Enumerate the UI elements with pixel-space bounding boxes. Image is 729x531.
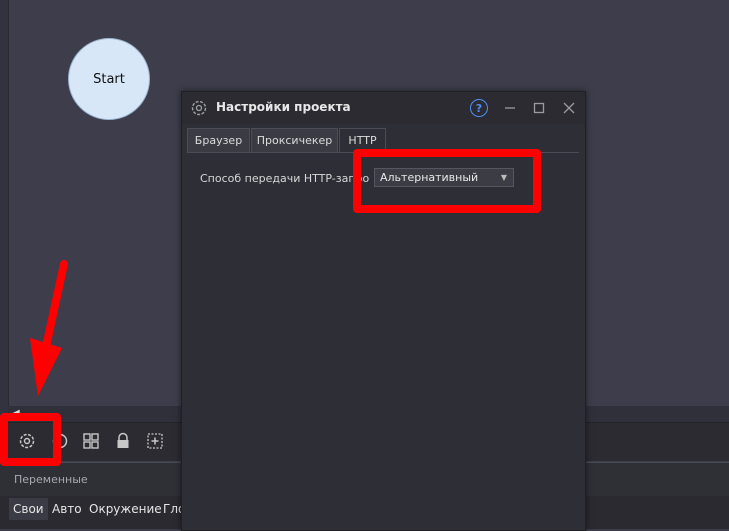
var-tab-own[interactable]: Свои — [9, 498, 48, 520]
add-block-icon[interactable] — [144, 430, 166, 452]
start-node[interactable]: Start — [68, 38, 150, 120]
gear-icon — [190, 99, 208, 117]
tab-proxychecker[interactable]: Проксичекер — [251, 128, 338, 152]
variables-panel-title: Переменные — [14, 473, 88, 486]
start-node-label: Start — [93, 71, 125, 87]
canvas-left-border — [0, 0, 9, 420]
minimize-icon[interactable] — [500, 98, 520, 118]
http-method-label: Способ передачи HTTP-запросов — [200, 172, 370, 185]
dialog-title-bar[interactable]: Настройки проекта ? — [182, 92, 585, 124]
lock-icon[interactable] — [112, 430, 134, 452]
maximize-icon[interactable] — [529, 98, 549, 118]
highlight-select-box — [353, 149, 541, 213]
dialog-title: Настройки проекта — [216, 100, 351, 114]
tab-browser[interactable]: Браузер — [187, 128, 250, 152]
help-icon[interactable]: ? — [470, 99, 488, 117]
red-arrow-icon — [30, 260, 68, 396]
close-icon[interactable] — [559, 98, 579, 118]
grid-icon[interactable] — [80, 430, 102, 452]
var-tab-auto[interactable]: Авто — [48, 498, 86, 520]
highlight-gear-box — [0, 413, 61, 466]
var-tab-environment[interactable]: Окружение — [85, 498, 166, 520]
